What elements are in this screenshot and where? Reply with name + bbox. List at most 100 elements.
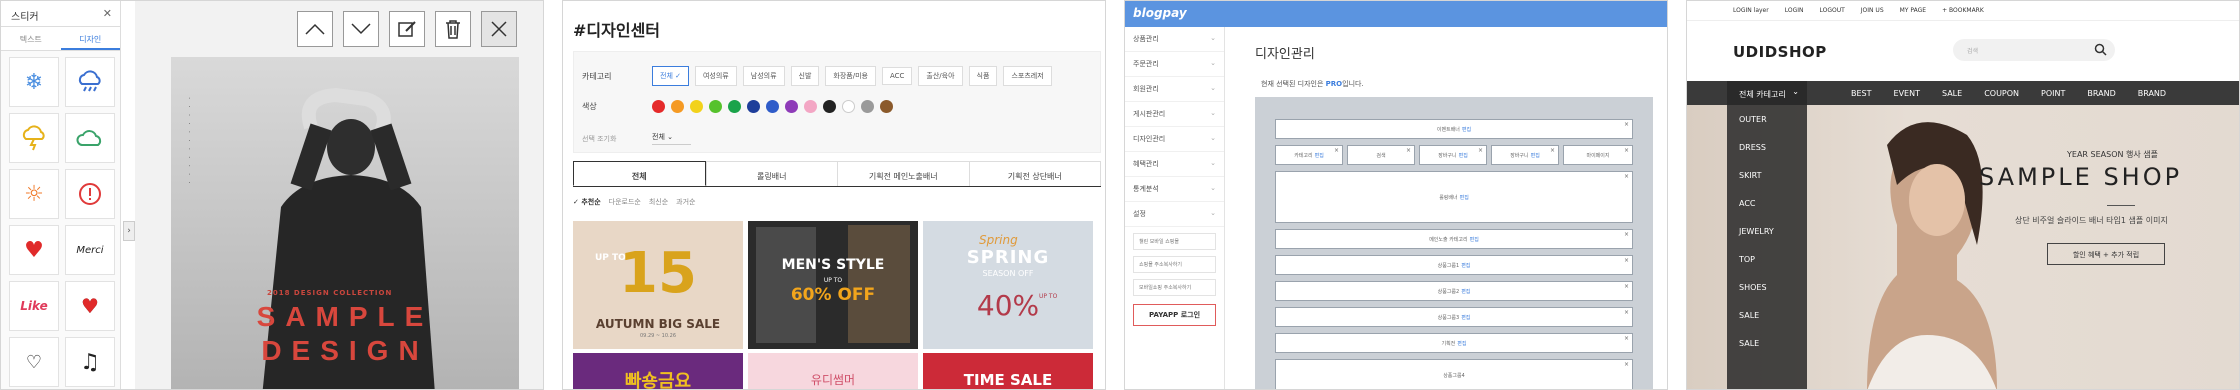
color-swatch[interactable] [690,100,703,113]
sidebar-item[interactable]: 혜택관리 ⌄ [1125,152,1224,177]
template-thumb[interactable]: UP TO 15 AUTUMN BIG SALE 09.29 ~ 10.26 [573,221,743,349]
shop-link[interactable]: 쇼핑몰 주소복사하기 [1133,256,1216,273]
close-icon[interactable]: ✕ [103,7,112,20]
category-chip[interactable]: 식품 [968,66,998,86]
category-chip[interactable]: 전체 ✓ [652,66,689,86]
reset-label[interactable]: 선택 조기화 [582,134,646,144]
sun-icon[interactable]: ☼ [9,169,59,219]
category-item[interactable]: DRESS [1727,133,1807,161]
sort-option[interactable]: 과거순 [676,197,695,207]
layout-block[interactable]: × 상품그룹2 편집 [1275,281,1633,301]
top-link[interactable]: LOGIN [1785,7,1804,14]
color-swatch[interactable] [766,100,779,113]
color-swatch[interactable] [804,100,817,113]
top-link[interactable]: LOGOUT [1819,7,1844,14]
nav-item[interactable]: BEST [1851,89,1872,98]
template-thumb[interactable]: 빠숑금요 [573,353,743,389]
color-swatch[interactable] [842,100,855,113]
heart-outline-icon[interactable]: ♥ [65,281,115,331]
category-item[interactable]: SALE [1727,329,1807,357]
close-editor-button[interactable] [481,11,517,47]
color-swatch[interactable] [709,100,722,113]
category-chip[interactable]: 신발 [790,66,820,86]
close-icon[interactable]: × [1624,147,1629,154]
sort-option[interactable]: ✓ 추천순 [573,197,601,207]
all-category-button[interactable]: 전체 카테고리 ⌄ [1727,81,1807,105]
edit-link[interactable]: 편집 [1457,340,1466,347]
color-swatch[interactable] [747,100,760,113]
nav-item[interactable]: BRAND [2138,89,2166,98]
logo[interactable]: blogpay [1133,6,1187,20]
color-swatch[interactable] [652,100,665,113]
layout-block[interactable]: × 장바구니 편집 [1419,145,1487,165]
edit-link[interactable]: 편집 [1315,152,1324,159]
layout-block[interactable]: × 검색 [1347,145,1415,165]
category-chip[interactable]: 남성의류 [742,66,785,86]
nav-item[interactable]: SALE [1942,89,1962,98]
color-swatch[interactable] [671,100,684,113]
category-item[interactable]: JEWELRY [1727,217,1807,245]
layout-block[interactable]: × 카테고리 편집 [1275,145,1343,165]
layout-block[interactable]: × 상품그룹4 [1275,359,1633,389]
hero-cta-button[interactable]: 할인 혜택 + 추가 적립 [2047,243,2165,265]
heart-small-icon[interactable]: ♡ [9,337,59,387]
panel-collapse-button[interactable]: › [123,221,135,241]
edit-link[interactable]: 편집 [1461,262,1470,269]
search-input[interactable]: 검색 [1953,39,2115,61]
nav-item[interactable]: COUPON [1984,89,2019,98]
category-item[interactable]: ACC [1727,189,1807,217]
category-chip[interactable]: 여성의류 [694,66,737,86]
tab-all[interactable]: 전체 [573,161,706,186]
sidebar-item[interactable]: 주문관리 ⌄ [1125,52,1224,77]
close-icon[interactable]: × [1624,231,1629,238]
layout-block[interactable]: × 기획전 편집 [1275,333,1633,353]
edit-link[interactable]: 편집 [1459,152,1468,159]
close-icon[interactable]: × [1624,283,1629,290]
category-item[interactable]: TOP [1727,245,1807,273]
layout-block[interactable]: × 이벤트배너 편집 [1275,119,1633,139]
close-icon[interactable]: × [1624,173,1629,180]
shop-link[interactable]: 모바일쇼핑 주소복사하기 [1133,279,1216,296]
close-icon[interactable]: × [1334,147,1339,154]
music-note-icon[interactable]: ♫ [65,337,115,387]
search-icon[interactable] [2094,43,2107,58]
sidebar-item[interactable]: 설정 ⌄ [1125,202,1224,227]
sidebar-item[interactable]: 디자인관리 ⌄ [1125,127,1224,152]
edit-link[interactable]: 편집 [1460,194,1469,201]
tab-special-top[interactable]: 기획전 상단배너 [968,161,1101,186]
move-up-button[interactable] [297,11,333,47]
template-thumb[interactable]: Spring SPRING SEASON OFF UP TO 40% [923,221,1093,349]
nav-item[interactable]: EVENT [1894,89,1920,98]
sort-option[interactable]: 최신순 [649,197,668,207]
category-item[interactable]: SALE [1727,301,1807,329]
sidebar-item[interactable]: 게시판관리 ⌄ [1125,102,1224,127]
nav-item[interactable]: BRAND [2087,89,2115,98]
close-icon[interactable]: × [1624,121,1629,128]
move-down-button[interactable] [343,11,379,47]
close-icon[interactable]: × [1624,361,1629,368]
sidebar-item[interactable]: 상품관리 ⌄ [1125,27,1224,52]
tab-rolling[interactable]: 롤링배너 [705,161,837,186]
thunder-icon[interactable] [9,113,59,163]
layout-block[interactable]: × 장바구니 편집 [1491,145,1559,165]
color-swatch[interactable] [861,100,874,113]
cloud-icon[interactable] [65,113,115,163]
script-text[interactable]: Merci [65,225,115,275]
close-icon[interactable]: × [1624,309,1629,316]
color-swatch[interactable] [823,100,836,113]
tab-design[interactable]: 디자인 [60,27,120,50]
edit-link[interactable]: 편집 [1531,152,1540,159]
top-link[interactable]: + BOOKMARK [1942,7,1984,14]
layout-block[interactable]: × 상품그룹1 편집 [1275,255,1633,275]
color-swatch[interactable] [785,100,798,113]
sample-poster[interactable]: · · · · · · · · · · · 2018 DESIGN COLLEC… [171,57,519,389]
tab-text[interactable]: 텍스트 [1,27,61,50]
sidebar-item[interactable]: 회원관리 ⌄ [1125,77,1224,102]
color-swatch[interactable] [880,100,893,113]
category-item[interactable]: SHOES [1727,273,1807,301]
edit-link[interactable]: 편집 [1461,314,1470,321]
alert-icon[interactable] [65,169,115,219]
delete-button[interactable] [435,11,471,47]
layout-block[interactable]: × 마이페이지 [1563,145,1633,165]
hero-banner[interactable]: OUTER DRESS SKIRT ACC JEWELRY TOP SHOES … [1687,105,2239,389]
